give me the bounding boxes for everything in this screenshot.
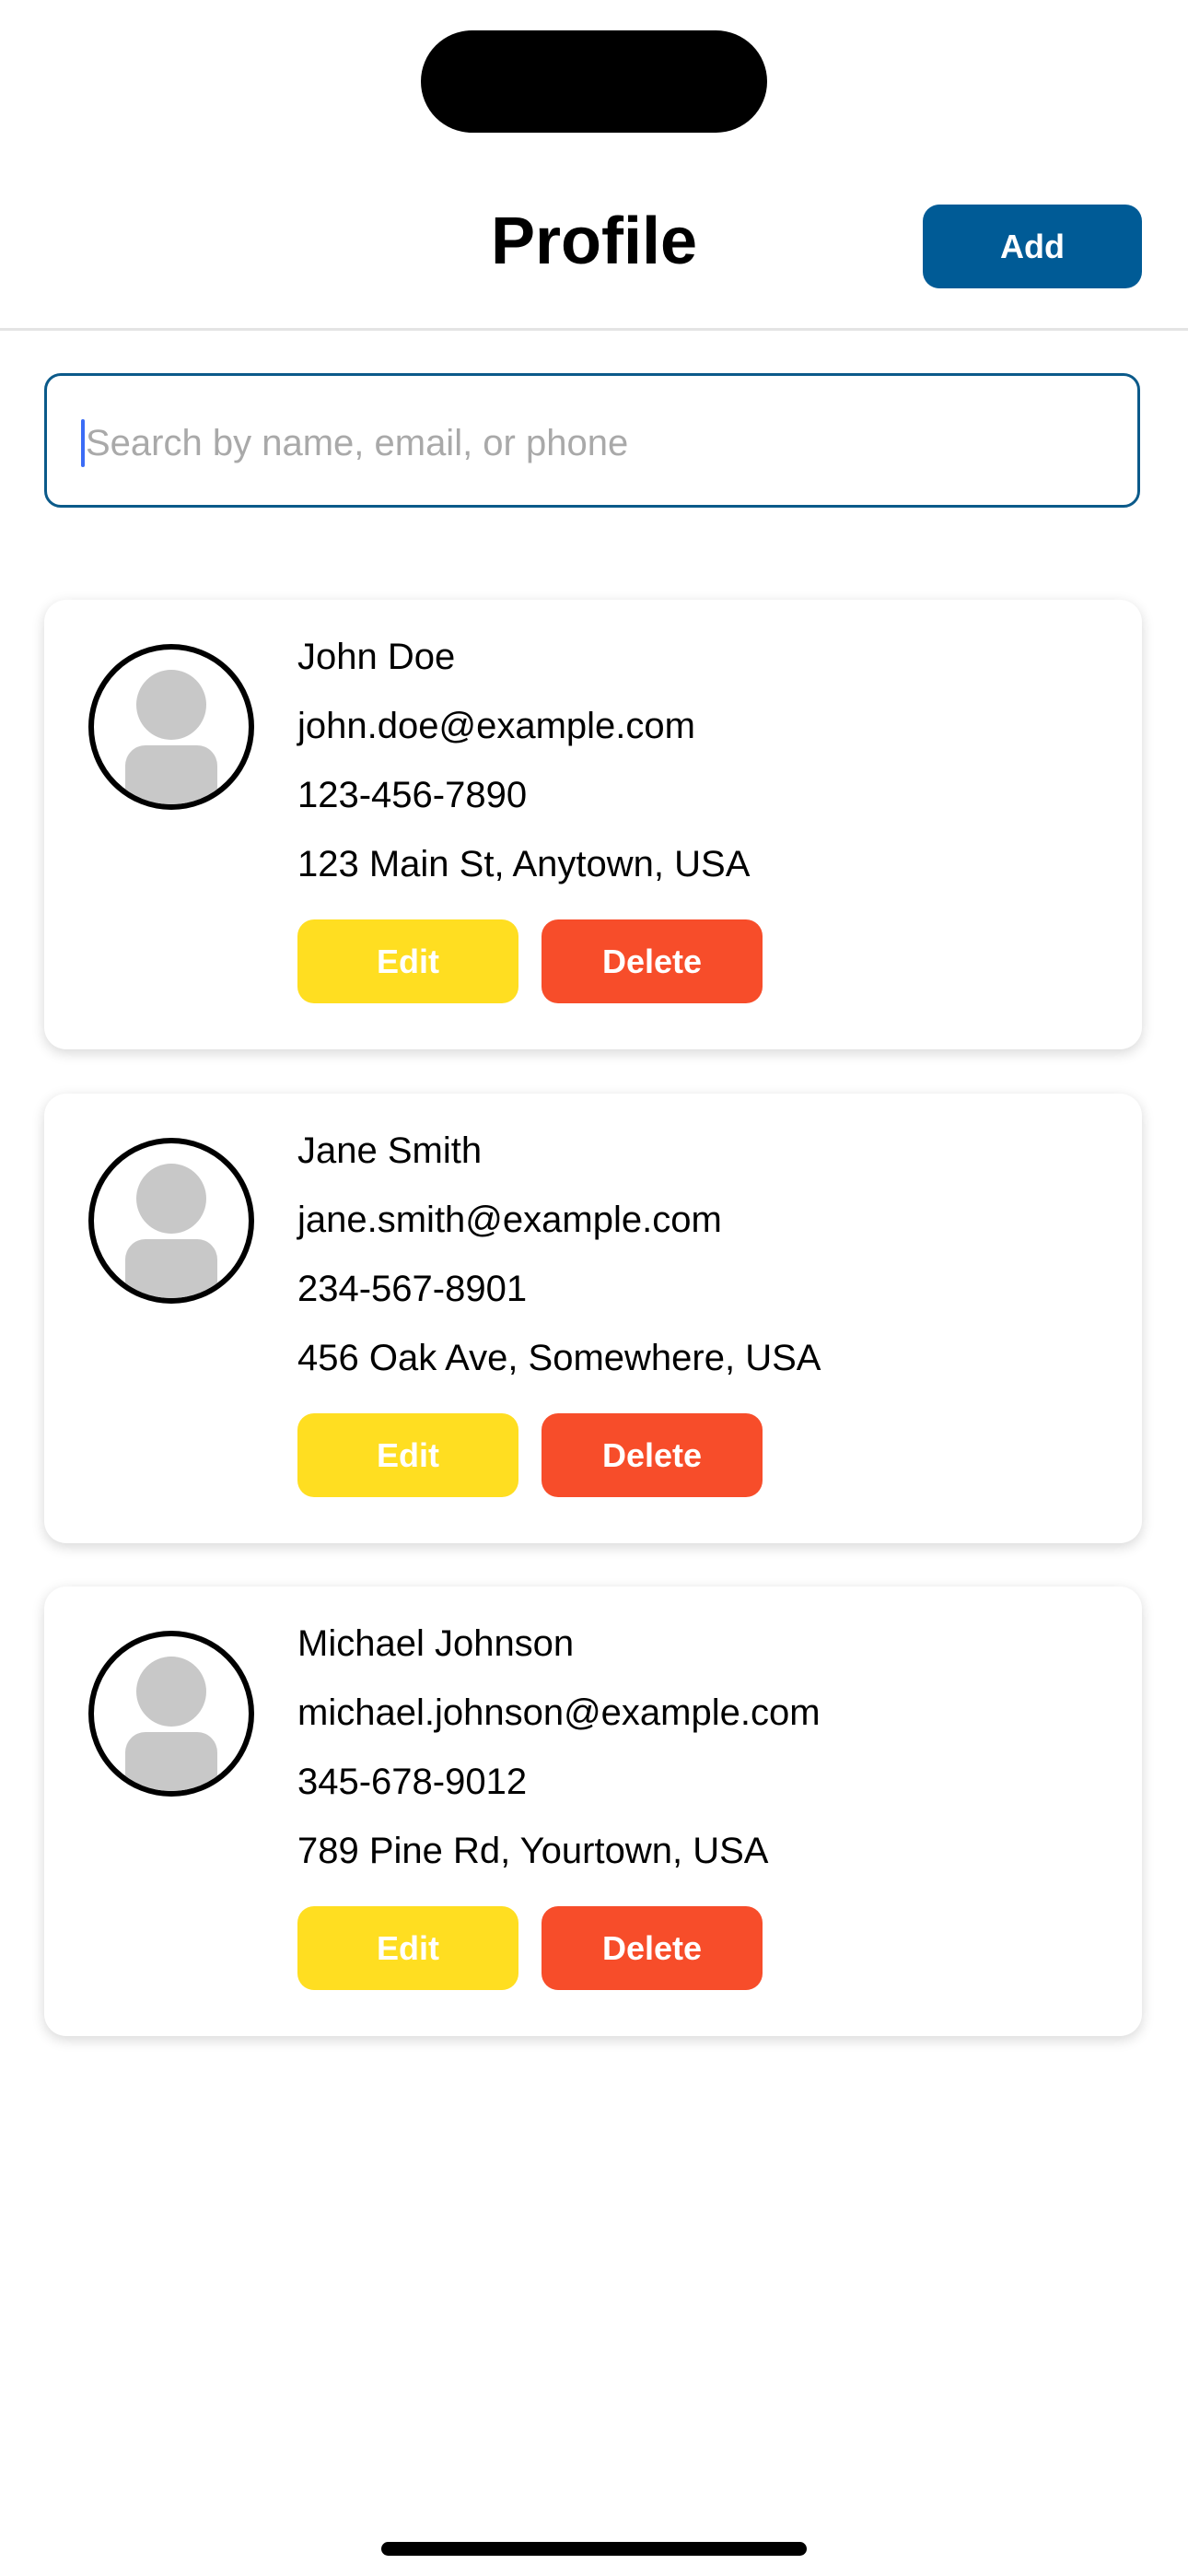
header: Profile Add xyxy=(0,175,1188,331)
profile-card: John Doe john.doe@example.com 123-456-78… xyxy=(44,600,1142,1049)
avatar-icon xyxy=(88,1138,254,1304)
home-indicator[interactable] xyxy=(381,2542,807,2556)
profile-name: Michael Johnson xyxy=(297,1623,575,1664)
profile-address: 789 Pine Rd, Yourtown, USA xyxy=(297,1831,769,1871)
search-input[interactable]: Search by name, email, or phone xyxy=(44,373,1140,508)
profile-address: 456 Oak Ave, Somewhere, USA xyxy=(297,1338,821,1378)
avatar-icon xyxy=(88,1631,254,1797)
edit-button[interactable]: Edit xyxy=(297,1906,518,1990)
profile-phone: 123-456-7890 xyxy=(297,775,528,815)
profile-card: Michael Johnson michael.johnson@example.… xyxy=(44,1587,1142,2036)
text-cursor xyxy=(81,419,85,467)
delete-button[interactable]: Delete xyxy=(542,1413,763,1497)
profile-name: John Doe xyxy=(297,637,456,677)
edit-button[interactable]: Edit xyxy=(297,919,518,1003)
delete-button[interactable]: Delete xyxy=(542,1906,763,1990)
profile-card: Jane Smith jane.smith@example.com 234-56… xyxy=(44,1094,1142,1543)
profile-name: Jane Smith xyxy=(297,1130,483,1171)
profile-phone: 345-678-9012 xyxy=(297,1762,528,1802)
profile-email: john.doe@example.com xyxy=(297,706,695,746)
avatar-icon xyxy=(88,644,254,810)
dynamic-island xyxy=(421,30,767,133)
profile-phone: 234-567-8901 xyxy=(297,1269,528,1309)
profile-email: jane.smith@example.com xyxy=(297,1200,722,1240)
profile-email: michael.johnson@example.com xyxy=(297,1692,821,1733)
add-button[interactable]: Add xyxy=(923,205,1142,288)
profile-address: 123 Main St, Anytown, USA xyxy=(297,844,751,884)
search-placeholder: Search by name, email, or phone xyxy=(86,423,629,463)
delete-button[interactable]: Delete xyxy=(542,919,763,1003)
edit-button[interactable]: Edit xyxy=(297,1413,518,1497)
